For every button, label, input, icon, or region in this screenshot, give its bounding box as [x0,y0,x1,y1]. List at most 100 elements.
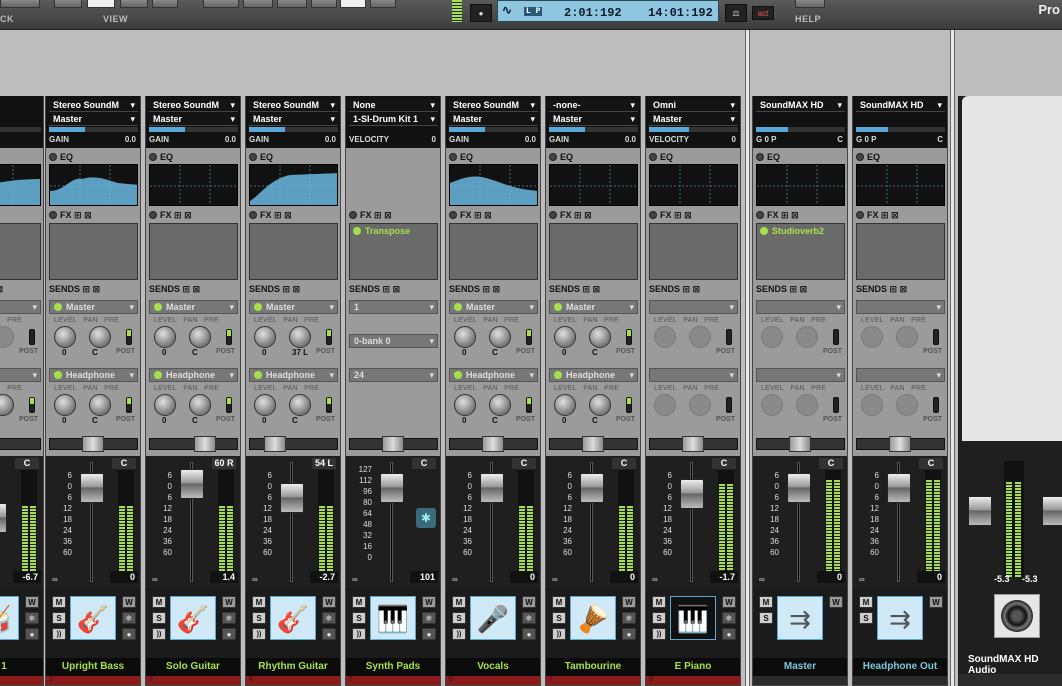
add-icon[interactable]: ⊞ [781,210,789,220]
link-icon[interactable]: ∞ [759,575,765,584]
remove-icon[interactable]: ⊠ [484,210,492,220]
remove-icon[interactable]: ⊠ [900,284,908,294]
fader-handle[interactable] [887,473,911,503]
eq-display[interactable] [856,164,945,206]
eq-power-icon[interactable] [649,153,657,161]
eq-section[interactable]: EQ [756,152,780,162]
send-select[interactable]: 24 [349,368,438,382]
monitor-icon[interactable]: )) [652,628,666,640]
send-pan-knob[interactable] [189,394,211,416]
eq-display[interactable] [249,164,338,206]
remove-icon[interactable]: ⊠ [693,284,701,294]
remove-icon[interactable]: ⊠ [800,284,808,294]
fader-handle[interactable] [380,473,404,503]
send-select[interactable]: Headphone [149,368,238,382]
output-select[interactable]: Master [649,113,738,126]
fx-power-icon[interactable] [449,211,457,219]
eq-power-icon[interactable] [856,153,864,161]
send-pan-knob[interactable] [896,326,918,348]
add-icon[interactable]: ⊞ [574,210,582,220]
fx-section[interactable]: FX ⊞ ⊠ [449,210,492,221]
output-fader-left[interactable] [968,496,992,526]
send-power-icon[interactable] [154,303,162,311]
add-icon[interactable]: ⊞ [174,210,182,220]
send-pan-knob[interactable] [589,394,611,416]
pan-handle[interactable] [482,436,504,452]
solo-button[interactable]: S [252,612,266,624]
eq-display[interactable] [149,164,238,206]
eq-display[interactable] [756,164,845,206]
pre-post-toggle[interactable] [226,397,232,413]
send-power-icon[interactable] [454,303,462,311]
freeze-icon[interactable]: ❄ [25,612,39,624]
input-select[interactable]: None [349,99,438,112]
freeze-icon[interactable]: ❄ [322,612,336,624]
monitor-icon[interactable]: )) [52,628,66,640]
pre-post-toggle[interactable] [526,397,532,413]
send-level-knob[interactable] [54,326,76,348]
record-arm-icon[interactable]: ● [122,628,136,640]
add-icon[interactable]: ⊞ [83,284,91,294]
fx-power-icon[interactable] [549,211,557,219]
channel-name[interactable]: E Piano [646,658,740,676]
add-icon[interactable]: ⊞ [374,210,382,220]
write-button[interactable]: W [722,596,736,608]
gain-bar[interactable] [0,127,41,132]
fx-slot[interactable] [856,223,945,280]
send-power-icon[interactable] [554,303,562,311]
send-pan-knob[interactable] [189,326,211,348]
send-power-icon[interactable] [254,303,262,311]
pre-post-toggle[interactable] [126,329,132,345]
fx-slot[interactable] [549,223,638,280]
link-icon[interactable]: ∞ [352,575,358,584]
record-arm-icon[interactable]: ● [622,628,636,640]
fx-slot[interactable] [449,223,538,280]
toolbar-button[interactable] [311,0,337,8]
send-select[interactable]: 1 [349,300,438,314]
fx-power-icon[interactable] [349,211,357,219]
eq-power-icon[interactable] [249,153,257,161]
record-arm-icon[interactable]: ● [722,628,736,640]
toolbar-button[interactable] [277,0,307,8]
send-select[interactable] [649,300,738,314]
add-icon[interactable]: ⊞ [183,284,191,294]
channel-name[interactable]: Tambourine [546,658,640,676]
mute-button[interactable]: M [859,596,873,608]
fx-section[interactable]: FX ⊞ ⊠ [649,210,692,221]
send-level-knob[interactable] [254,394,276,416]
link-icon[interactable]: ∞ [252,575,258,584]
fx-section[interactable]: FX ⊞ ⊠ [856,210,899,221]
remove-icon[interactable]: ⊠ [791,210,799,220]
send-level-knob[interactable] [761,326,783,348]
fader-handle[interactable] [680,479,704,509]
fx-slot[interactable] [49,223,138,280]
toolbar-button[interactable] [203,0,239,8]
send-select[interactable]: Master [149,300,238,314]
send-level-knob[interactable] [861,394,883,416]
send-level-knob[interactable] [254,326,276,348]
solo-button[interactable]: S [652,612,666,624]
fader-handle[interactable] [80,473,104,503]
output-select[interactable]: Master [449,113,538,126]
solo-button[interactable]: S [452,612,466,624]
eq-section[interactable]: EQ [856,152,880,162]
gain-bar[interactable] [549,127,638,132]
channel-name[interactable]: Headphone Out [853,658,947,676]
mute-button[interactable]: M [652,596,666,608]
fx-slot[interactable] [249,223,338,280]
link-icon[interactable]: ∞ [52,575,58,584]
channel-name[interactable]: Vocals [446,658,540,676]
fx-power-icon[interactable] [49,211,57,219]
input-select[interactable]: Omni [649,99,738,112]
add-icon[interactable]: ⊞ [283,284,291,294]
freeze-icon[interactable]: ❄ [622,612,636,624]
remove-icon[interactable]: ⊠ [193,284,201,294]
record-arm-icon[interactable]: ● [222,628,236,640]
pre-post-toggle[interactable] [326,329,332,345]
send-pan-knob[interactable] [796,326,818,348]
send-level-knob[interactable] [154,394,176,416]
monitor-icon[interactable]: )) [252,628,266,640]
fx-power-icon[interactable] [249,211,257,219]
eq-display[interactable] [549,164,638,206]
send-pan-knob[interactable] [589,326,611,348]
